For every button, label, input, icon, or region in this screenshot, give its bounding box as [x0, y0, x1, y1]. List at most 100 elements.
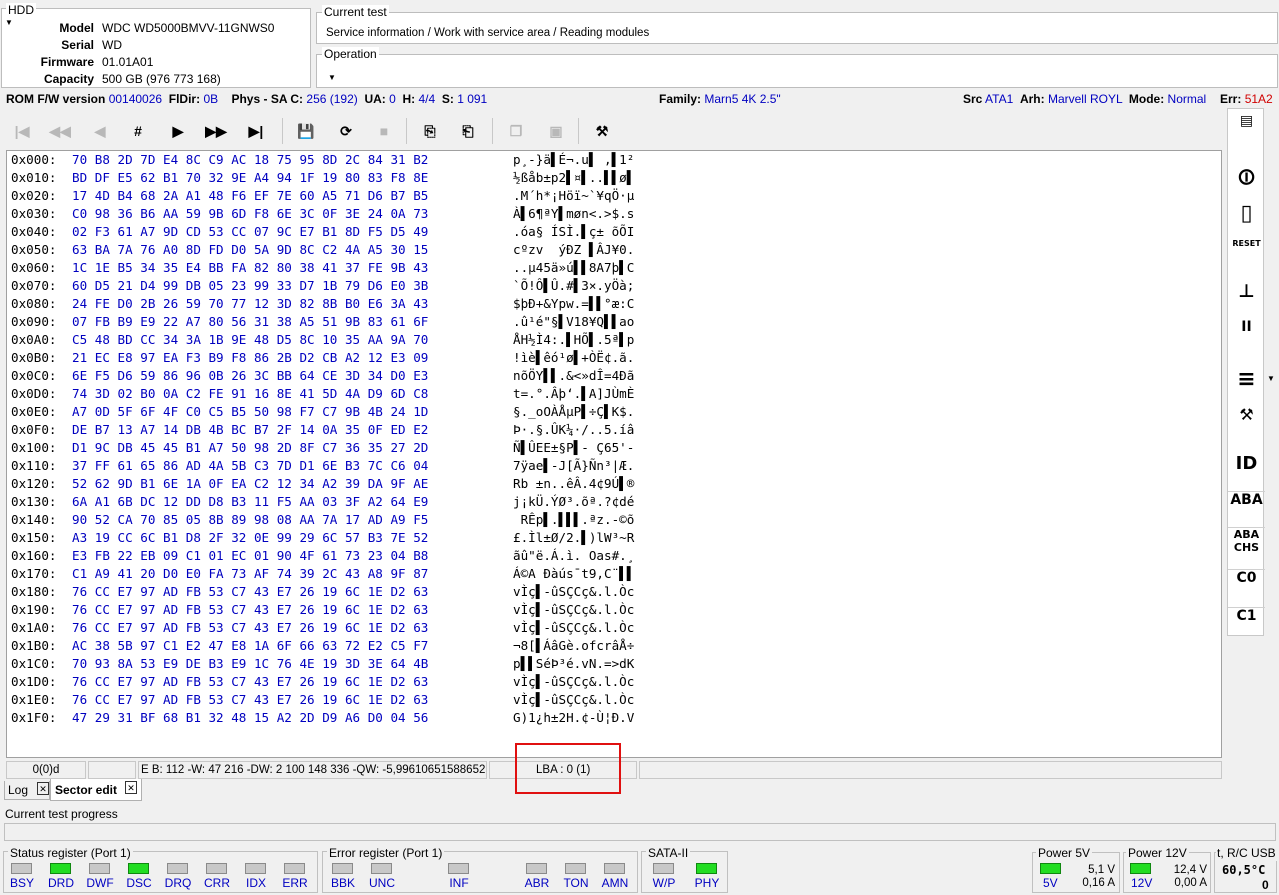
hex-row[interactable]: 0x170: C1 A9 41 20 D0 E0 FA 73 AF 74 39 2…: [9, 565, 769, 583]
hex-row[interactable]: 0x120: 52 62 9D B1 6E 1A 0F EA C2 12 34 A…: [9, 475, 769, 493]
hex-ascii[interactable]: nõÖY▌▌.&<»dÎ=4Ðã: [513, 367, 634, 385]
hex-ascii[interactable]: vÌç▌-ûSÇCç&.l.Òc: [513, 673, 634, 691]
tab-sector-edit-close-icon[interactable]: ✕: [125, 781, 137, 794]
hex-row[interactable]: 0x130: 6A A1 6B DC 12 DD D8 B3 11 F5 AA 0…: [9, 493, 769, 511]
stop-icon[interactable]: ■: [370, 119, 398, 143]
hex-ascii[interactable]: vÌç▌-ûSÇCç&.l.Òc: [513, 619, 634, 637]
hex-ascii[interactable]: p¸-}ä▌É¬.u▌ ,▌1²: [513, 151, 634, 169]
hex-row[interactable]: 0x100: D1 9C DB 45 45 B1 A7 50 98 2D 8F C…: [9, 439, 769, 457]
hex-row[interactable]: 0x010: BD DF E5 62 B1 70 32 9E A4 94 1F 1…: [9, 169, 769, 187]
hex-row[interactable]: 0x020: 17 4D B4 68 2A A1 48 F6 EF 7E 60 A…: [9, 187, 769, 205]
hex-row[interactable]: 0x0A0: C5 48 BD CC 34 3A 1B 9E 48 D5 8C 1…: [9, 331, 769, 349]
hex-bytes[interactable]: 76 CC E7 97 AD FB 53 C7 43 E7 26 19 6C 1…: [72, 583, 428, 601]
hex-bytes[interactable]: 90 52 CA 70 85 05 8B 89 98 08 AA 7A 17 A…: [72, 511, 428, 529]
side-dropdown-icon[interactable]: ▼: [1267, 374, 1275, 383]
hex-ascii[interactable]: Á©A Ðàús¯t9,C¨▌▌: [513, 565, 634, 583]
hex-row[interactable]: 0x0B0: 21 EC E8 97 EA F3 B9 F8 86 2B D2 C…: [9, 349, 769, 367]
hex-ascii[interactable]: ¬8[▌ÁâGè.ofcrâÅ÷: [513, 637, 634, 655]
hex-ascii[interactable]: .M´h*¡Höï~`¥qÖ·µ: [513, 187, 634, 205]
hex-ascii[interactable]: 7ÿae▌-J[Ã}Ñn³|Æ.: [513, 457, 634, 475]
hex-bytes[interactable]: E3 FB 22 EB 09 C1 01 EC 01 90 4F 61 73 2…: [72, 547, 428, 565]
prev-icon[interactable]: ◀: [86, 119, 114, 143]
hex-bytes[interactable]: 76 CC E7 97 AD FB 53 C7 43 E7 26 19 6C 1…: [72, 691, 428, 709]
hex-bytes[interactable]: 6A A1 6B DC 12 DD D8 B3 11 F5 AA 03 3F A…: [72, 493, 428, 511]
hex-row[interactable]: 0x1F0: 47 29 31 BF 68 B1 32 48 15 A2 2D D…: [9, 709, 769, 727]
hex-bytes[interactable]: C5 48 BD CC 34 3A 1B 9E 48 D5 8C 10 35 A…: [72, 331, 428, 349]
hex-row[interactable]: 0x000: 70 B8 2D 7D E4 8C C9 AC 18 75 95 8…: [9, 151, 769, 169]
hex-ascii[interactable]: ÅH½Ì4:.▌HÕ▌.5ª▌p: [513, 331, 634, 349]
hex-bytes[interactable]: 37 FF 61 65 86 AD 4A 5B C3 7D D1 6E B3 7…: [72, 457, 428, 475]
hex-ascii[interactable]: vÌç▌-ûSÇCç&.l.Òc: [513, 691, 634, 709]
hex-ascii[interactable]: j¡kÜ.ÝØ³.õª.?¢dé: [513, 493, 634, 511]
hex-bytes[interactable]: 6E F5 D6 59 86 96 0B 26 3C BB 64 CE 3D 3…: [72, 367, 428, 385]
hex-bytes[interactable]: 60 D5 21 D4 99 DB 05 23 99 33 D7 1B 79 D…: [72, 277, 428, 295]
next-icon[interactable]: ▶: [164, 119, 192, 143]
tools-side-icon[interactable]: ⚒: [1228, 405, 1265, 424]
operation-dropdown-icon[interactable]: ▼: [328, 73, 336, 82]
c0-icon[interactable]: C0: [1228, 569, 1265, 586]
save-file-icon[interactable]: ⎘: [416, 119, 444, 143]
hex-row[interactable]: 0x110: 37 FF 61 65 86 AD 4A 5B C3 7D D1 6…: [9, 457, 769, 475]
hex-ascii[interactable]: ..µ45ä»ú▌▌8A7þ▌C: [513, 259, 634, 277]
save-disk-icon[interactable]: 💾: [292, 119, 320, 143]
stack-icon[interactable]: ≡: [1228, 367, 1265, 392]
hex-row[interactable]: 0x140: 90 52 CA 70 85 05 8B 89 98 08 AA 7…: [9, 511, 769, 529]
hex-row[interactable]: 0x050: 63 BA 7A 76 A0 8D FD D0 5A 9D 8C C…: [9, 241, 769, 259]
c1-icon[interactable]: C1: [1228, 607, 1265, 624]
hex-bytes[interactable]: A3 19 CC 6C B1 D8 2F 32 0E 99 29 6C 57 B…: [72, 529, 428, 547]
hex-row[interactable]: 0x0F0: DE B7 13 A7 14 DB 4B BC B7 2F 14 0…: [9, 421, 769, 439]
hex-bytes[interactable]: 76 CC E7 97 AD FB 53 C7 43 E7 26 19 6C 1…: [72, 601, 428, 619]
hex-ascii[interactable]: vÌç▌-ûSÇCç&.l.Òc: [513, 583, 634, 601]
aba-chs-icon[interactable]: ABA CHS: [1228, 527, 1265, 554]
phone-icon[interactable]: ▯: [1228, 201, 1265, 226]
hex-ascii[interactable]: !ìè▌êó¹ø▌+ÒË¢.ã.: [513, 349, 634, 367]
hex-bytes[interactable]: A7 0D 5F 6F 4F C0 C5 B5 50 98 F7 C7 9B 4…: [72, 403, 428, 421]
hex-bytes[interactable]: 76 CC E7 97 AD FB 53 C7 43 E7 26 19 6C 1…: [72, 673, 428, 691]
terminal-icon[interactable]: ▤: [1228, 113, 1265, 129]
hex-row[interactable]: 0x150: A3 19 CC 6C B1 D8 2F 32 0E 99 29 6…: [9, 529, 769, 547]
hex-ascii[interactable]: ½ßåb±p2▌¤▌..▌▌ø▌: [513, 169, 634, 187]
hex-bytes[interactable]: C1 A9 41 20 D0 E0 FA 73 AF 74 39 2C 43 A…: [72, 565, 428, 583]
goto-sector-icon[interactable]: #: [124, 119, 152, 143]
hex-row[interactable]: 0x180: 76 CC E7 97 AD FB 53 C7 43 E7 26 1…: [9, 583, 769, 601]
hex-ascii[interactable]: £.Ìl±Ø/2.▌)lW³~R: [513, 529, 634, 547]
hex-ascii[interactable]: $þÐ+&Ypw.=▌▌°æ:C: [513, 295, 634, 313]
hex-row[interactable]: 0x090: 07 FB B9 E9 22 A7 80 56 31 38 A5 5…: [9, 313, 769, 331]
hex-row[interactable]: 0x070: 60 D5 21 D4 99 DB 05 23 99 33 D7 1…: [9, 277, 769, 295]
hex-ascii[interactable]: p▌▌SéÞ³é.vN.=>dK: [513, 655, 634, 673]
aba-icon[interactable]: ABA: [1228, 491, 1265, 508]
hex-bytes[interactable]: 21 EC E8 97 EA F3 B9 F8 86 2B D2 CB A2 1…: [72, 349, 428, 367]
hex-row[interactable]: 0x1E0: 76 CC E7 97 AD FB 53 C7 43 E7 26 1…: [9, 691, 769, 709]
hex-bytes[interactable]: AC 38 5B 97 C1 E2 47 E8 1A 6F 66 63 72 E…: [72, 637, 428, 655]
first-icon[interactable]: |◀: [8, 119, 36, 143]
hdd-dropdown-icon[interactable]: ▼: [5, 18, 13, 27]
prev-fast-icon[interactable]: ◀◀: [46, 119, 74, 143]
refresh-icon[interactable]: ⟳: [332, 119, 360, 143]
hex-row[interactable]: 0x160: E3 FB 22 EB 09 C1 01 EC 01 90 4F 6…: [9, 547, 769, 565]
tab-log[interactable]: Log ✕: [4, 781, 50, 800]
hex-ascii[interactable]: RÊp▌.▌▌▌.ªz.-©õ: [513, 511, 635, 529]
hex-row[interactable]: 0x080: 24 FE D0 2B 26 59 70 77 12 3D 82 8…: [9, 295, 769, 313]
hex-row[interactable]: 0x0C0: 6E F5 D6 59 86 96 0B 26 3C BB 64 C…: [9, 367, 769, 385]
hex-bytes[interactable]: 1C 1E B5 34 35 E4 BB FA 82 80 38 41 37 F…: [72, 259, 428, 277]
hex-row[interactable]: 0x060: 1C 1E B5 34 35 E4 BB FA 82 80 38 4…: [9, 259, 769, 277]
hex-bytes[interactable]: 76 CC E7 97 AD FB 53 C7 43 E7 26 19 6C 1…: [72, 619, 428, 637]
id-icon[interactable]: ID: [1228, 453, 1265, 474]
hex-bytes[interactable]: D1 9C DB 45 45 B1 A7 50 98 2D 8F C7 36 3…: [72, 439, 428, 457]
hex-ascii[interactable]: Ñ▌ÛEE±§P▌- Ç65'-: [513, 439, 634, 457]
next-fast-icon[interactable]: ▶▶: [202, 119, 230, 143]
hex-bytes[interactable]: 17 4D B4 68 2A A1 48 F6 EF 7E 60 A5 71 D…: [72, 187, 428, 205]
hex-row[interactable]: 0x0E0: A7 0D 5F 6F 4F C0 C5 B5 50 98 F7 C…: [9, 403, 769, 421]
hex-bytes[interactable]: BD DF E5 62 B1 70 32 9E A4 94 1F 19 80 8…: [72, 169, 428, 187]
hex-bytes[interactable]: DE B7 13 A7 14 DB 4B BC B7 2F 14 0A 35 0…: [72, 421, 428, 439]
power-switch-icon[interactable]: ⏼: [1228, 165, 1265, 189]
hex-ascii[interactable]: À▌6¶ªY▌møn<.>$.s: [513, 205, 634, 223]
hex-row[interactable]: 0x030: C0 98 36 B6 AA 59 9B 6D F8 6E 3C 0…: [9, 205, 769, 223]
hex-ascii[interactable]: cºzv ýÐZ ▌ÂJ¥0.: [513, 241, 634, 259]
hex-editor[interactable]: 0x000: 70 B8 2D 7D E4 8C C9 AC 18 75 95 8…: [6, 150, 1222, 758]
copy-icon[interactable]: ❐: [502, 119, 530, 143]
hex-row[interactable]: 0x1C0: 70 93 8A 53 E9 DE B3 E9 1C 76 4E 1…: [9, 655, 769, 673]
hex-bytes[interactable]: 70 B8 2D 7D E4 8C C9 AC 18 75 95 8D 2C 8…: [72, 151, 428, 169]
reset-icon[interactable]: RESET: [1228, 239, 1265, 248]
hex-row[interactable]: 0x1A0: 76 CC E7 97 AD FB 53 C7 43 E7 26 1…: [9, 619, 769, 637]
